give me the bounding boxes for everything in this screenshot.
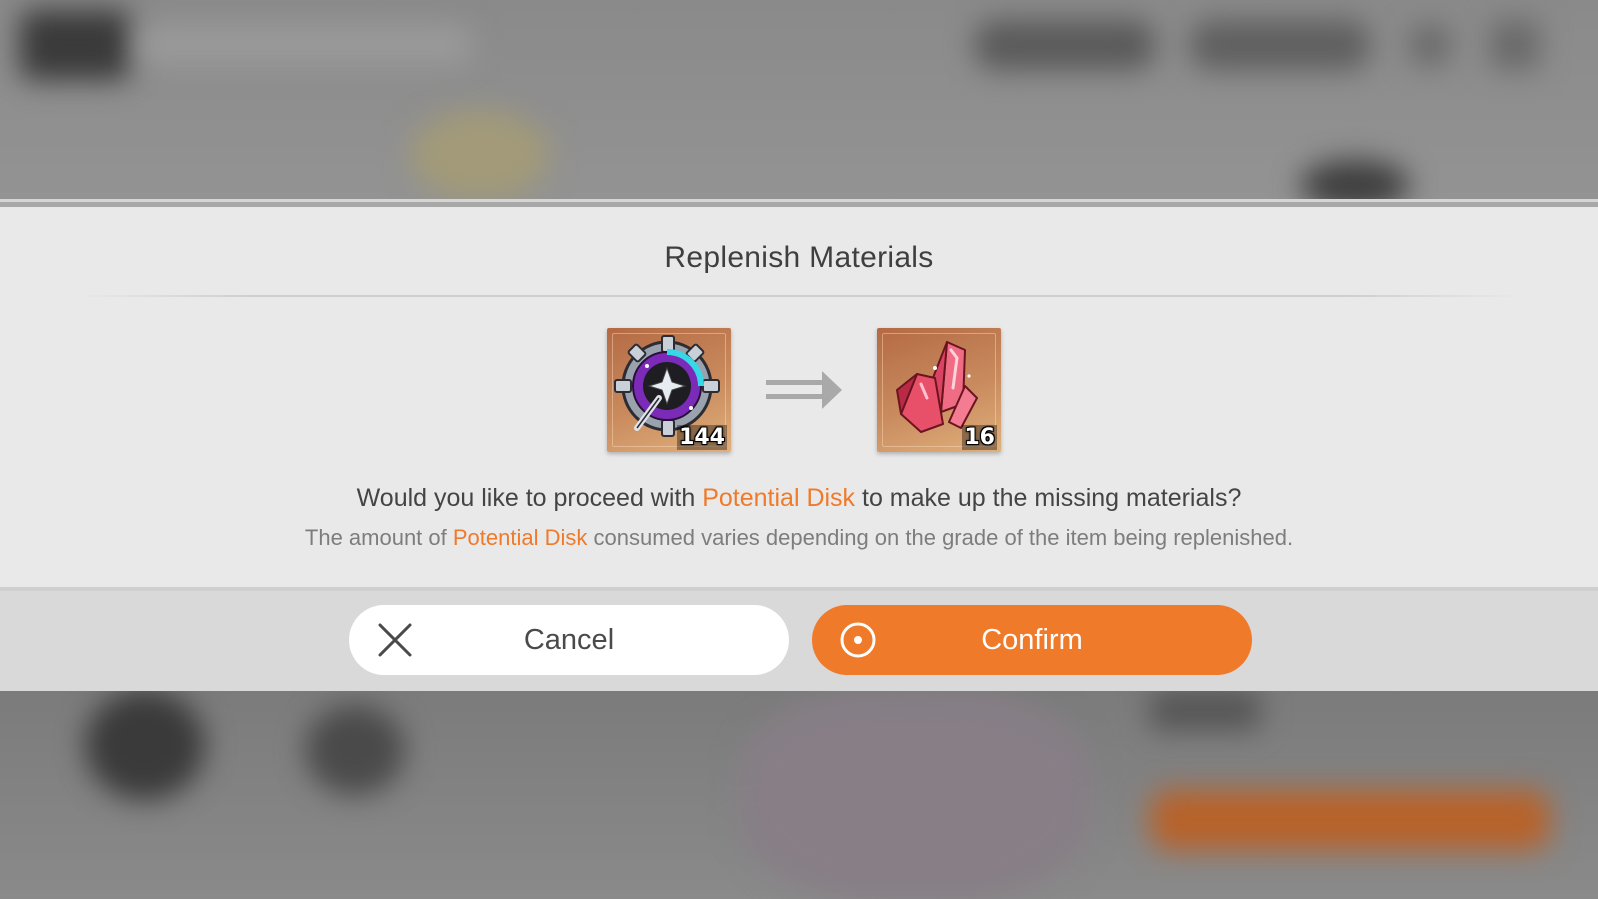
dialog-title: Replenish Materials [664, 241, 934, 274]
target-item-slot[interactable]: 16 [877, 328, 1001, 452]
replenish-dialog: Replenish Materials 144 16 Would you lik… [0, 207, 1598, 587]
button-bar: Cancel Confirm [0, 591, 1598, 691]
consumption-note: The amount of Potential Disk consumed va… [304, 525, 1294, 550]
potential-disk-highlight-note: Potential Disk [452, 525, 588, 550]
potential-disk-highlight: Potential Disk [702, 484, 856, 512]
source-item-slot[interactable]: 144 [607, 328, 731, 452]
title-divider [75, 295, 1523, 297]
cancel-button[interactable]: Cancel [349, 605, 789, 675]
double-arrow-right-icon [766, 371, 842, 409]
source-item-quantity: 144 [677, 425, 727, 450]
confirmation-message: Would you like to proceed with Potential… [356, 484, 1242, 512]
target-item-quantity: 16 [962, 425, 997, 450]
confirm-button-label: Confirm [981, 624, 1083, 656]
confirm-button[interactable]: Confirm [812, 605, 1252, 675]
cancel-button-label: Cancel [523, 624, 615, 656]
